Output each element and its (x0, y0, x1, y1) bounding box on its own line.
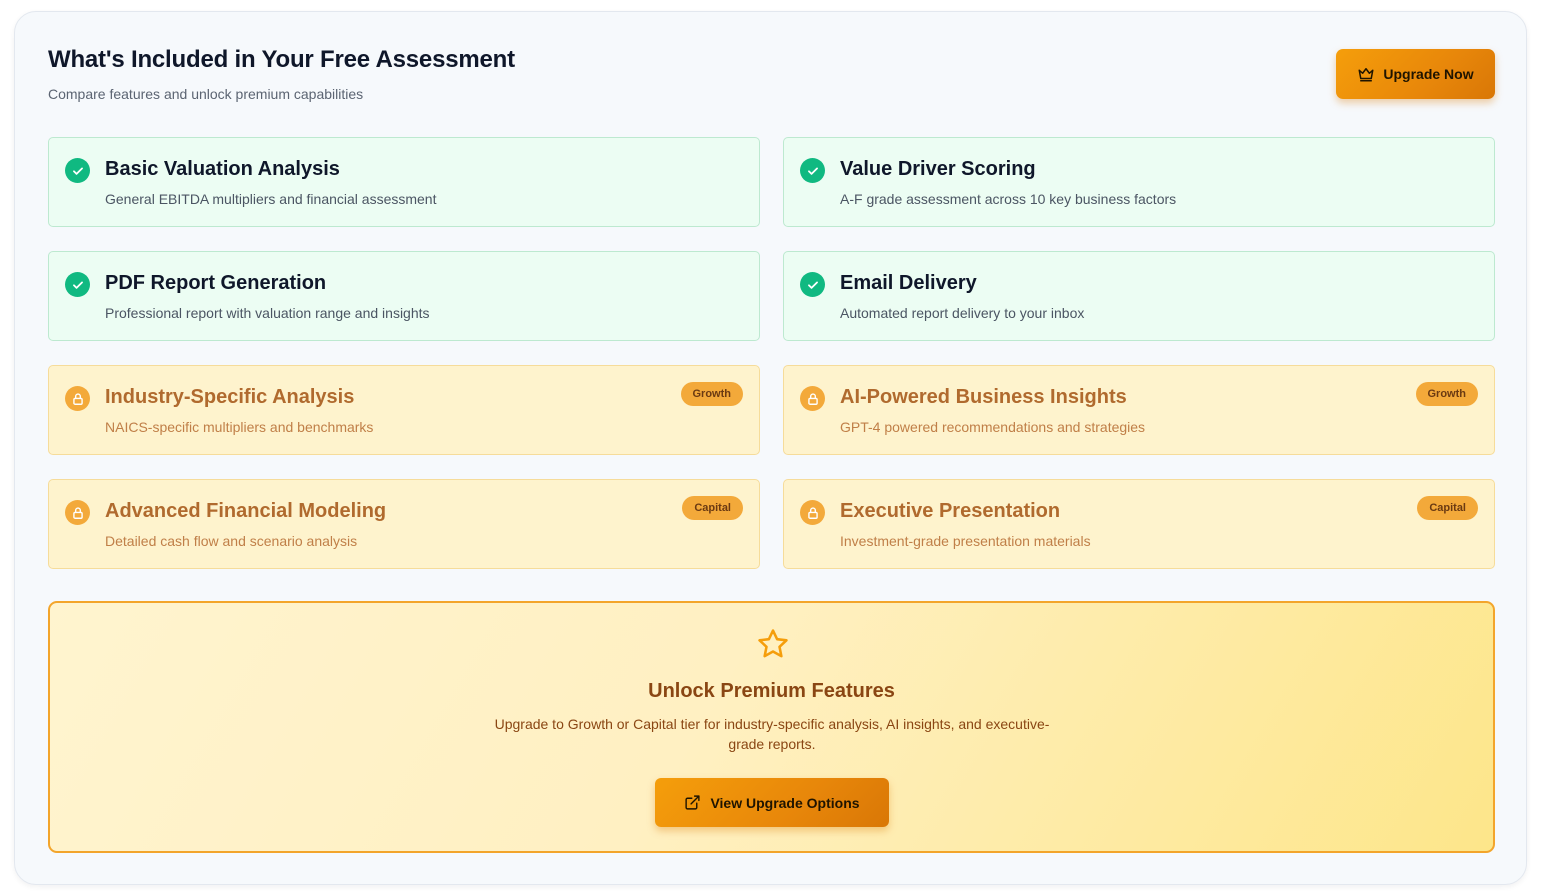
feature-description: A-F grade assessment across 10 key busin… (840, 191, 1177, 207)
promo-description: Upgrade to Growth or Capital tier for in… (494, 716, 1050, 752)
feature-title: Value Driver Scoring (840, 158, 1036, 180)
tier-badge: Capital (682, 496, 743, 520)
feature-card-value-driver: Value Driver Scoring A-F grade assessmen… (783, 137, 1495, 227)
lock-icon (800, 386, 825, 411)
view-upgrade-options-button[interactable]: View Upgrade Options (655, 778, 889, 827)
feature-card-email-delivery: Email Delivery Automated report delivery… (783, 251, 1495, 341)
star-icon (758, 629, 788, 658)
check-circle-icon (65, 272, 90, 297)
lock-icon (65, 386, 90, 411)
feature-title: Email Delivery (840, 272, 977, 294)
feature-description: Professional report with valuation range… (105, 305, 430, 321)
unlock-premium-banner: Unlock Premium Features Upgrade to Growt… (48, 601, 1495, 853)
check-circle-icon (800, 158, 825, 183)
tier-badge: Growth (1415, 382, 1478, 406)
view-upgrade-options-label: View Upgrade Options (710, 794, 860, 811)
feature-title: Basic Valuation Analysis (105, 158, 340, 180)
check-circle-icon (800, 272, 825, 297)
feature-description: General EBITDA multipliers and financial… (105, 191, 437, 207)
page-title: What's Included in Your Free Assessment (48, 46, 515, 73)
tier-badge: Growth (680, 382, 743, 406)
feature-title: AI-Powered Business Insights (840, 386, 1127, 408)
feature-card-pdf-report: PDF Report Generation Professional repor… (48, 251, 760, 341)
feature-card-basic-valuation: Basic Valuation Analysis General EBITDA … (48, 137, 760, 227)
upgrade-now-label: Upgrade Now (1383, 66, 1474, 82)
promo-title: Unlock Premium Features (648, 680, 895, 702)
feature-card-industry-analysis: Industry-Specific Analysis NAICS-specifi… (48, 365, 760, 455)
feature-card-financial-modeling: Advanced Financial Modeling Detailed cas… (48, 479, 760, 569)
upgrade-now-button[interactable]: Upgrade Now (1336, 49, 1495, 99)
page-subtitle: Compare features and unlock premium capa… (48, 86, 364, 102)
feature-title: Industry-Specific Analysis (105, 386, 355, 408)
feature-description: Automated report delivery to your inbox (840, 305, 1085, 321)
features-panel: What's Included in Your Free Assessment … (14, 11, 1527, 885)
feature-card-executive-presentation: Executive Presentation Investment-grade … (783, 479, 1495, 569)
feature-title: PDF Report Generation (105, 272, 327, 294)
crown-icon (1358, 68, 1374, 82)
check-circle-icon (65, 158, 90, 183)
feature-description: Investment-grade presentation materials (840, 533, 1091, 549)
feature-description: NAICS-specific multipliers and benchmark… (105, 419, 374, 435)
feature-description: Detailed cash flow and scenario analysis (105, 533, 358, 549)
lock-icon (65, 500, 90, 525)
feature-card-ai-insights: AI-Powered Business Insights GPT-4 power… (783, 365, 1495, 455)
feature-title: Advanced Financial Modeling (105, 500, 387, 522)
external-link-icon (685, 795, 701, 810)
feature-title: Executive Presentation (840, 500, 1061, 522)
feature-description: GPT-4 powered recommendations and strate… (840, 419, 1146, 435)
lock-icon (800, 500, 825, 525)
tier-badge: Capital (1417, 496, 1478, 520)
